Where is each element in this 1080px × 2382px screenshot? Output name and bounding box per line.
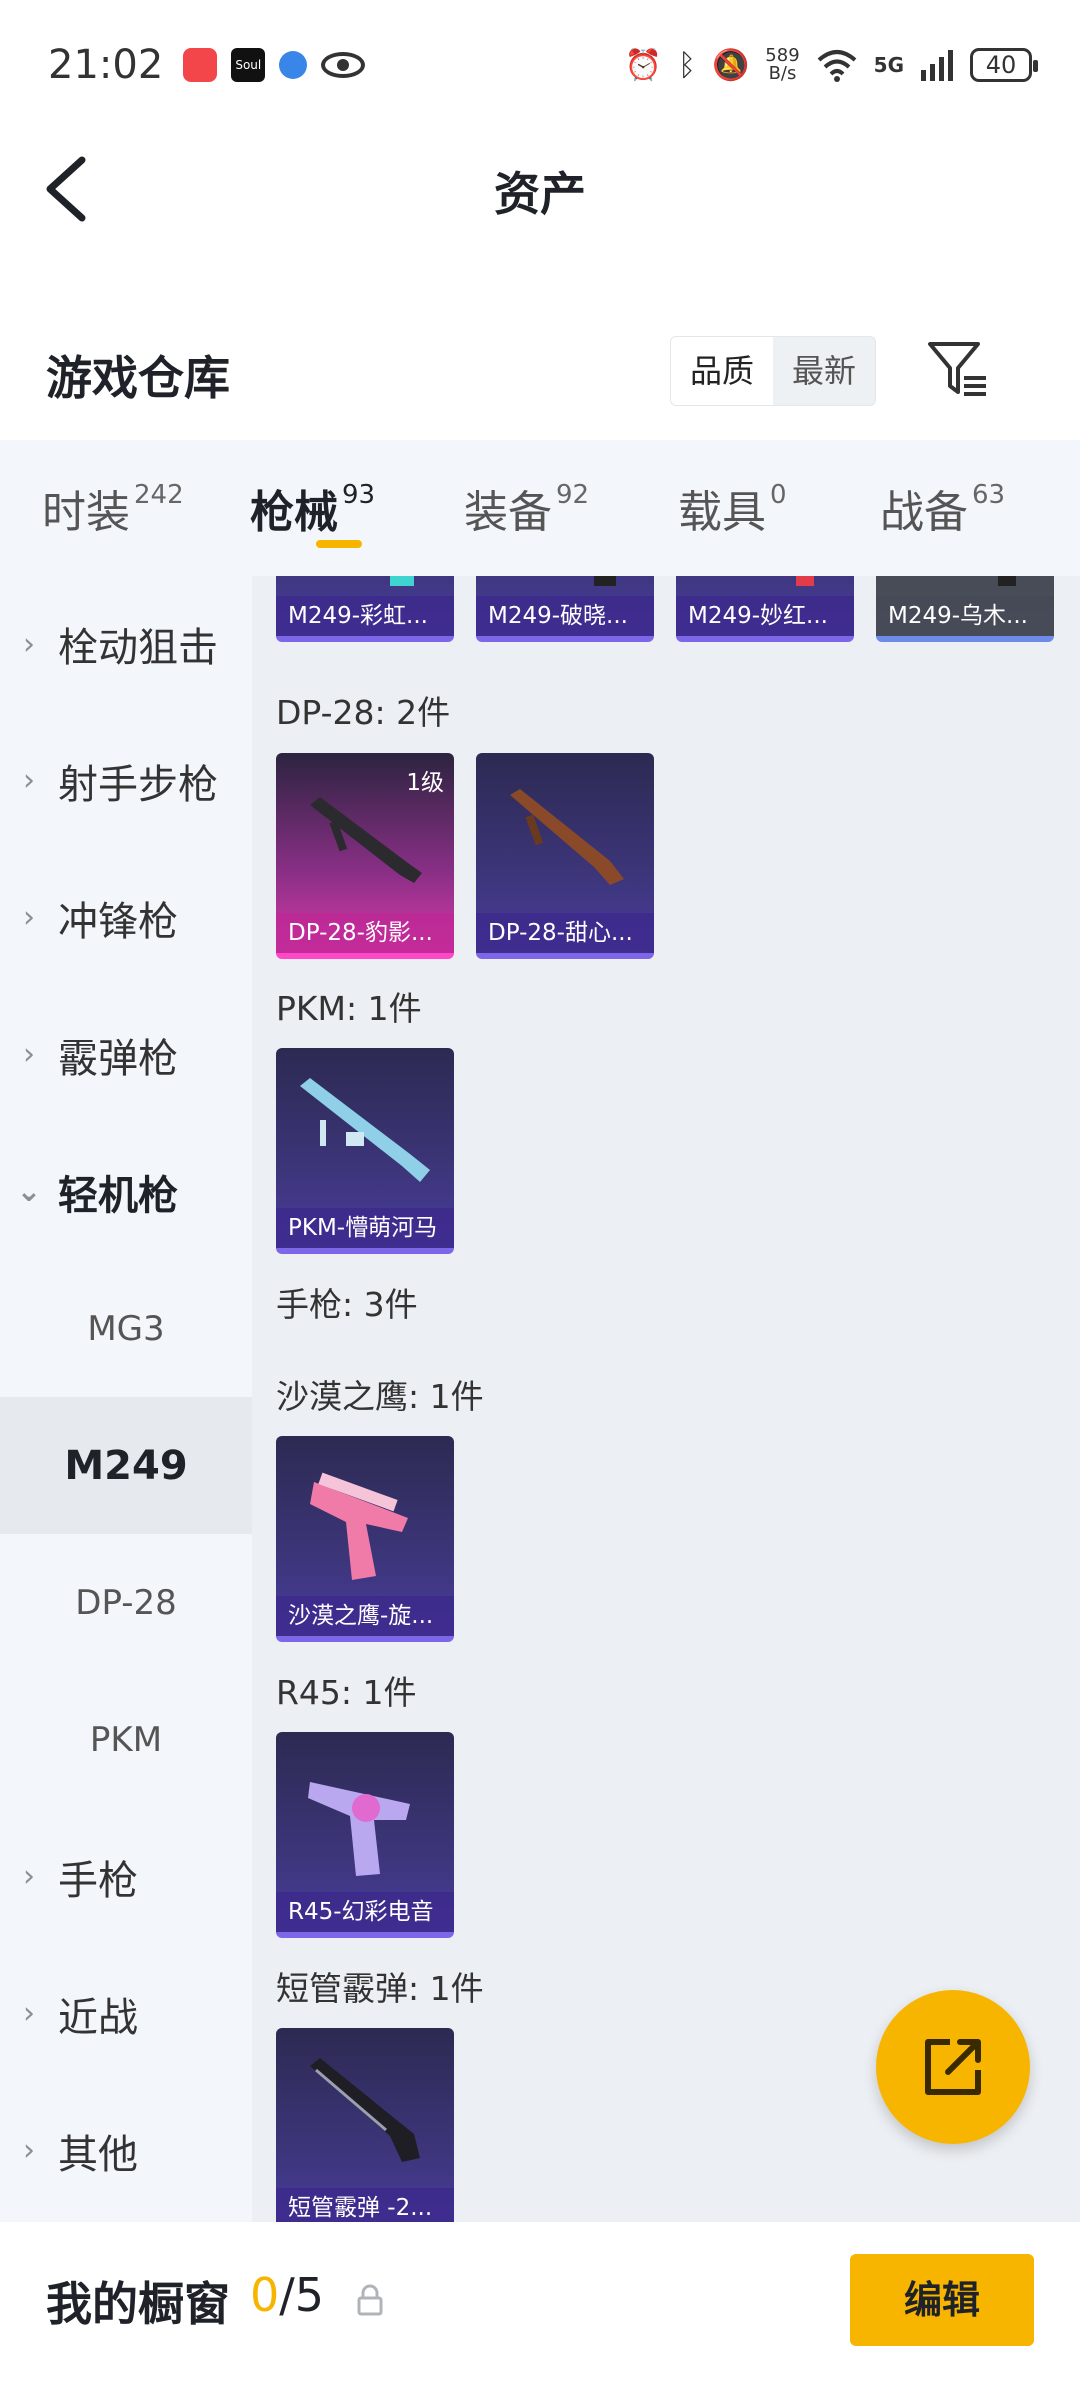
net-speed: 589 B/s bbox=[765, 45, 800, 84]
weapon-card[interactable]: 1级 DP-28-豹影... bbox=[276, 753, 454, 959]
battery-indicator: 40 bbox=[970, 48, 1038, 82]
edit-button[interactable]: 编辑 bbox=[850, 2254, 1034, 2346]
alarm-icon: ⏰ bbox=[624, 47, 662, 83]
weapon-content: M249-彩虹... M249-破晓... M249-妙红... M249-乌木… bbox=[252, 576, 1080, 2222]
showcase-label: 我的橱窗 bbox=[46, 2277, 230, 2331]
sidebar-item-shotgun[interactable]: › 霰弹枪 bbox=[0, 986, 252, 1123]
wifi-icon bbox=[817, 50, 856, 82]
signal-icon bbox=[921, 50, 953, 81]
weapon-card[interactable]: M249-彩虹... bbox=[276, 576, 454, 642]
weapon-card[interactable]: 沙漠之鹰-旋... bbox=[276, 1436, 454, 1642]
share-external-icon bbox=[925, 2039, 981, 2095]
showcase-count: 0/5 bbox=[250, 2268, 325, 2322]
system-icons: ⏰ ᛒ 🔕 589 B/s 5G 40 bbox=[624, 45, 1038, 84]
weapon-card-name: DP-28-甜心... bbox=[476, 913, 654, 953]
weapon-card[interactable]: 短管霰弹 -2... bbox=[276, 2028, 454, 2222]
status-bar: 21:02 Soul ⏰ ᛒ 🔕 589 B/s 5G 40 bbox=[0, 0, 1080, 130]
sidebar-item-melee[interactable]: › 近战 bbox=[0, 1945, 252, 2082]
weapon-image bbox=[390, 576, 414, 586]
chevron-right-icon: › bbox=[23, 1037, 35, 1072]
chevron-right-icon: › bbox=[23, 900, 35, 935]
sidebar-item-other[interactable]: › 其他 bbox=[0, 2082, 252, 2219]
warehouse-title: 游戏仓库 bbox=[46, 351, 230, 405]
tab-fashion[interactable]: 时装 242 bbox=[0, 440, 208, 576]
sort-by-quality[interactable]: 品质 bbox=[671, 337, 773, 405]
soul-app-icon: Soul bbox=[231, 48, 266, 82]
sidebar-subitem-mg3[interactable]: MG3 bbox=[0, 1260, 252, 1397]
tab-firearms[interactable]: 枪械 93 bbox=[208, 440, 422, 576]
weapon-image bbox=[310, 797, 422, 883]
weapon-image bbox=[594, 576, 616, 586]
sidebar-item-marksman-rifle[interactable]: › 射手步枪 bbox=[0, 712, 252, 849]
group-title-pkm: PKM: 1件 bbox=[276, 989, 422, 1028]
weapon-card-name: PKM-懵萌河马 bbox=[276, 1208, 454, 1248]
top-nav: 资产 bbox=[0, 130, 1080, 250]
sidebar-item-pistol[interactable]: › 手枪 bbox=[0, 1808, 252, 1945]
weapon-card-name: R45-幻彩电音 bbox=[276, 1892, 454, 1932]
weapon-image bbox=[796, 576, 814, 586]
weapon-type-sidebar: › 栓动狙击 › 射手步枪 › 冲锋枪 › 霰弹枪 ⌄ 轻机枪 MG3 M249… bbox=[0, 576, 252, 2222]
chevron-right-icon: › bbox=[23, 763, 35, 798]
chevron-right-icon: › bbox=[23, 1996, 35, 2031]
weapon-image bbox=[510, 789, 624, 885]
weapon-card-name: 短管霰弹 -2... bbox=[276, 2188, 454, 2222]
active-tab-indicator bbox=[316, 540, 362, 548]
weapon-image bbox=[300, 1078, 430, 1182]
sort-toggle: 品质 最新 bbox=[670, 336, 876, 406]
weapon-card[interactable]: R45-幻彩电音 bbox=[276, 1732, 454, 1938]
group-title-dp28: DP-28: 2件 bbox=[276, 693, 451, 732]
chevron-right-icon: › bbox=[23, 626, 35, 662]
sidebar-item-bolt-sniper[interactable]: › 栓动狙击 bbox=[0, 576, 252, 712]
category-tabs: 时装 242 枪械 93 装备 92 载具 0 战备 63 bbox=[0, 440, 1080, 576]
tab-vehicles[interactable]: 载具 0 bbox=[636, 440, 838, 576]
mute-icon: 🔕 bbox=[711, 47, 750, 83]
showcase-bar: 我的橱窗 0/5 编辑 bbox=[0, 2222, 1080, 2382]
chevron-down-icon: ⌄ bbox=[16, 1174, 42, 1209]
shopping-app-icon bbox=[183, 48, 218, 82]
sidebar-subitem-m249[interactable]: M249 bbox=[0, 1397, 252, 1534]
weapon-card-name: M249-妙红... bbox=[676, 596, 854, 636]
chevron-right-icon: › bbox=[23, 2133, 35, 2168]
warehouse-header: 游戏仓库 品质 最新 bbox=[0, 320, 1080, 440]
browser-icon bbox=[279, 51, 308, 79]
notification-icons: Soul bbox=[183, 48, 366, 82]
sort-by-latest[interactable]: 最新 bbox=[773, 337, 875, 405]
page-title: 资产 bbox=[494, 167, 586, 221]
sidebar-item-lmg[interactable]: ⌄ 轻机枪 bbox=[0, 1123, 252, 1260]
weapon-card-name: M249-彩虹... bbox=[276, 596, 454, 636]
weapon-card[interactable]: M249-破晓... bbox=[476, 576, 654, 642]
group-title-desert-eagle: 沙漠之鹰: 1件 bbox=[276, 1377, 484, 1416]
group-title-pistols: 手枪: 3件 bbox=[276, 1285, 418, 1324]
weapon-card-name: M249-乌木... bbox=[876, 596, 1054, 636]
lock-icon bbox=[357, 2284, 383, 2316]
filter-icon[interactable] bbox=[926, 338, 990, 402]
weapon-image bbox=[308, 1782, 410, 1876]
group-title-r45: R45: 1件 bbox=[276, 1673, 417, 1712]
share-fab[interactable] bbox=[876, 1990, 1030, 2144]
eye-icon bbox=[321, 52, 366, 78]
weapon-card[interactable]: PKM-懵萌河马 bbox=[276, 1048, 454, 1254]
status-time: 21:02 bbox=[48, 42, 164, 88]
tab-equipment[interactable]: 装备 92 bbox=[422, 440, 636, 576]
chevron-right-icon: › bbox=[23, 1859, 35, 1894]
weapon-card[interactable]: M249-乌木... bbox=[876, 576, 1054, 642]
weapon-card-name: DP-28-豹影... bbox=[276, 913, 454, 953]
group-title-sawed-off: 短管霰弹: 1件 bbox=[276, 1969, 484, 2008]
weapon-image bbox=[998, 576, 1016, 586]
weapon-image bbox=[310, 2058, 420, 2162]
weapon-card[interactable]: M249-妙红... bbox=[676, 576, 854, 642]
weapon-card-name: M249-破晓... bbox=[476, 596, 654, 636]
bluetooth-icon: ᛒ bbox=[677, 47, 696, 83]
tab-supplies[interactable]: 战备 63 bbox=[838, 440, 1080, 576]
sidebar-subitem-dp28[interactable]: DP-28 bbox=[0, 1534, 252, 1671]
weapon-card-name: 沙漠之鹰-旋... bbox=[276, 1596, 454, 1636]
weapon-image bbox=[310, 1472, 408, 1580]
weapon-card[interactable]: DP-28-甜心... bbox=[476, 753, 654, 959]
network-type: 5G bbox=[873, 53, 904, 77]
sidebar-subitem-pkm[interactable]: PKM bbox=[0, 1671, 252, 1808]
sidebar-item-smg[interactable]: › 冲锋枪 bbox=[0, 849, 252, 986]
